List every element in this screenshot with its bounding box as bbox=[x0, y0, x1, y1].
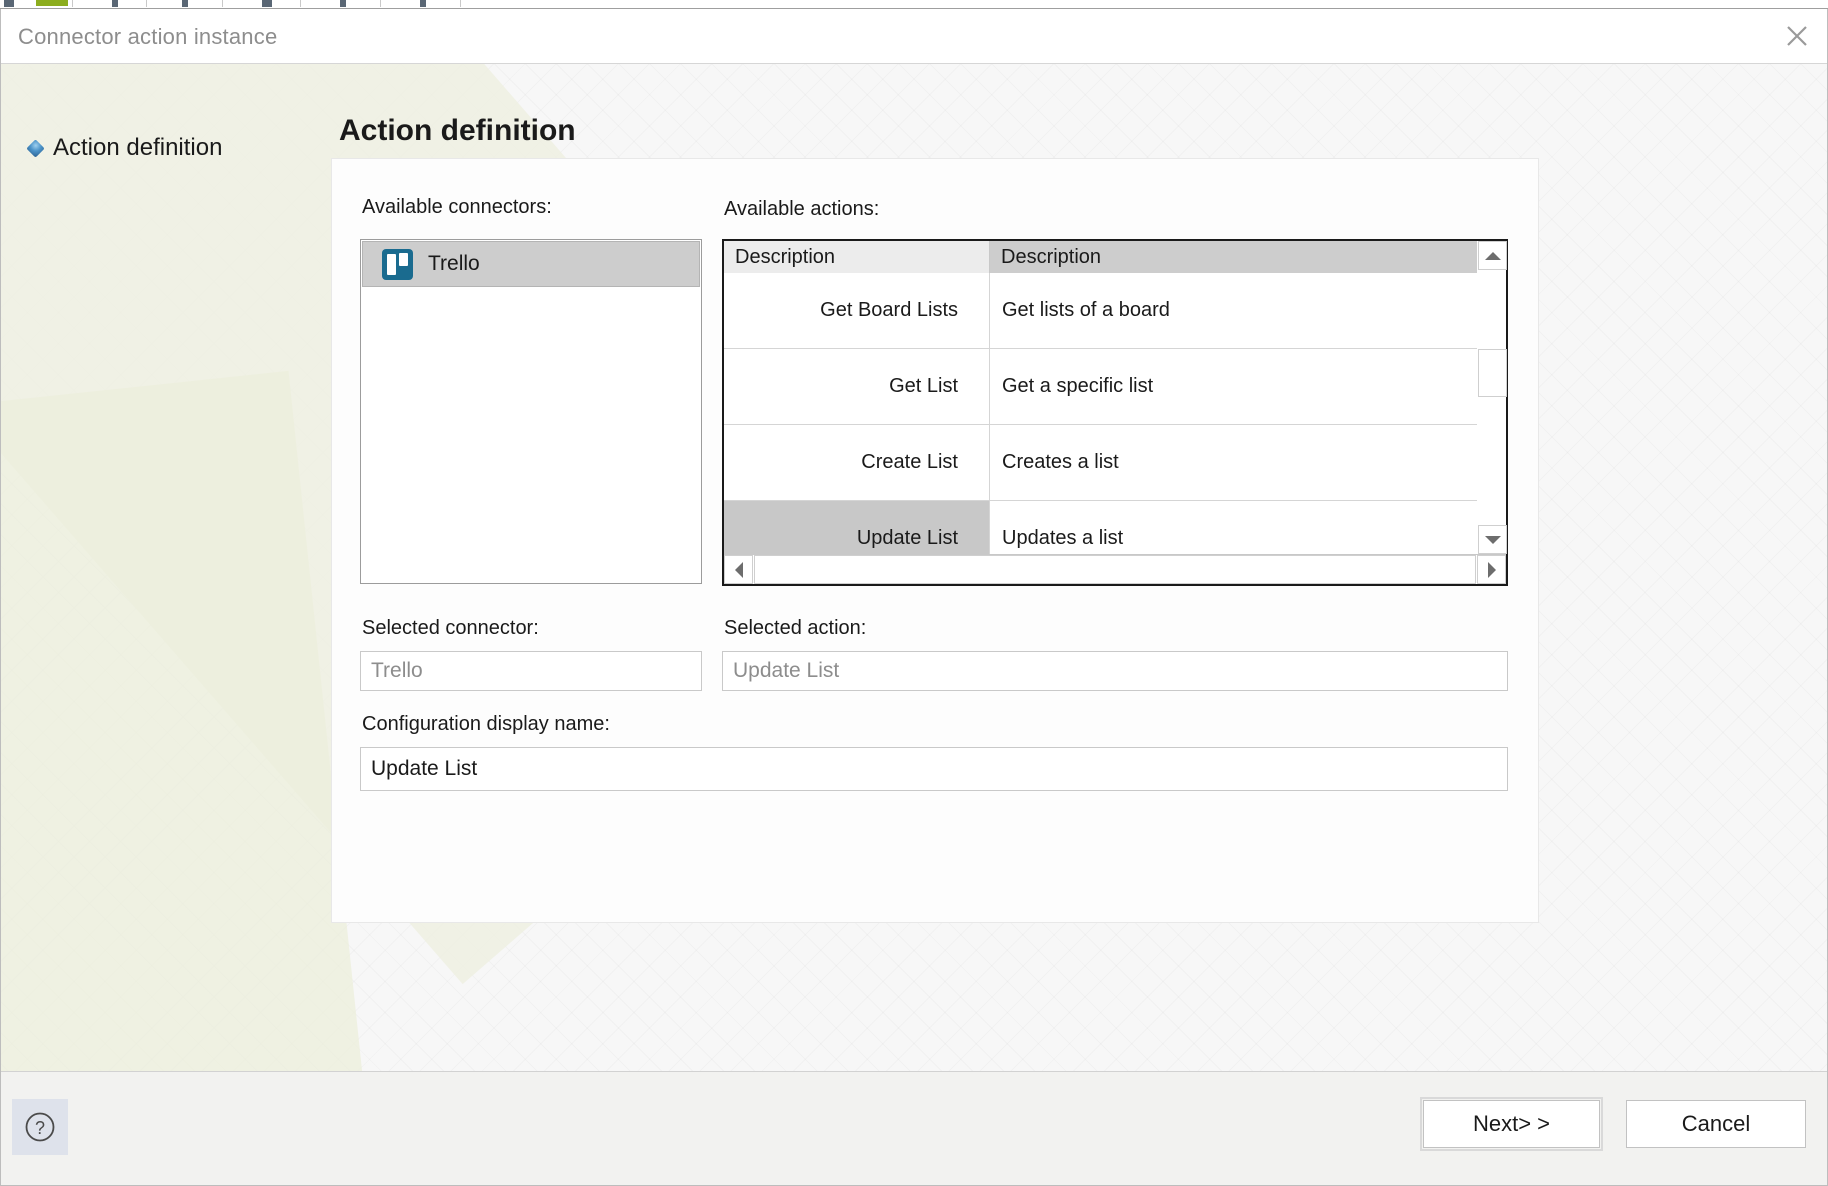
vertical-scrollbar-thumb[interactable] bbox=[1478, 349, 1507, 397]
selected-connector-input[interactable]: Trello bbox=[360, 651, 702, 691]
wizard-step-sidebar: Action definition bbox=[1, 64, 331, 1127]
table-row[interactable]: Get List Get a specific list bbox=[724, 349, 1506, 425]
dialog-title: Connector action instance bbox=[18, 24, 278, 49]
sidebar-item-label: Action definition bbox=[53, 134, 223, 161]
background-tick bbox=[4, 0, 14, 7]
column-header-description[interactable]: Description bbox=[990, 241, 1506, 273]
help-question-icon[interactable]: ? bbox=[12, 1099, 68, 1155]
background-separator bbox=[72, 0, 73, 7]
cell-action-description: Get lists of a board bbox=[990, 273, 1506, 348]
cancel-button[interactable]: Cancel bbox=[1626, 1100, 1806, 1148]
background-separator bbox=[380, 0, 381, 7]
connector-name: Trello bbox=[428, 252, 480, 275]
cell-action-name: Get Board Lists bbox=[724, 273, 990, 348]
background-tick bbox=[112, 0, 118, 7]
background-tick bbox=[340, 0, 346, 7]
next-button[interactable]: Next> > bbox=[1420, 1097, 1603, 1151]
horizontal-scrollbar-track[interactable] bbox=[754, 555, 1476, 584]
configuration-display-name-label: Configuration display name: bbox=[362, 713, 610, 735]
cell-action-name: Update List bbox=[724, 501, 990, 554]
table-row[interactable]: Get Board Lists Get lists of a board bbox=[724, 273, 1506, 349]
content-area: Action definition Available connectors: … bbox=[331, 64, 1827, 1127]
background-accent-tick bbox=[36, 0, 68, 6]
close-icon[interactable] bbox=[1767, 9, 1827, 63]
cell-action-name: Create List bbox=[724, 425, 990, 500]
table-row[interactable]: Create List Creates a list bbox=[724, 425, 1506, 501]
cell-action-description: Get a specific list bbox=[990, 349, 1506, 424]
available-connectors-listbox[interactable]: Trello bbox=[360, 239, 702, 584]
background-separator bbox=[460, 0, 461, 7]
cell-action-name: Get List bbox=[724, 349, 990, 424]
action-definition-panel: Available connectors: Trello Available a… bbox=[331, 158, 1539, 923]
scroll-right-arrow-icon[interactable] bbox=[1477, 555, 1506, 584]
selected-connector-label: Selected connector: bbox=[362, 617, 539, 639]
selected-action-input[interactable]: Update List bbox=[722, 651, 1508, 691]
diamond-bullet-icon bbox=[26, 138, 45, 158]
background-separator bbox=[222, 0, 223, 7]
dialog-footer: ? Next> > Cancel bbox=[1, 1071, 1827, 1185]
scroll-left-arrow-icon[interactable] bbox=[724, 555, 753, 584]
background-separator bbox=[300, 0, 301, 7]
grid-body: Get Board Lists Get lists of a board Get… bbox=[724, 273, 1506, 554]
background-tick bbox=[182, 0, 188, 7]
svg-text:?: ? bbox=[35, 1118, 45, 1138]
available-connectors-label: Available connectors: bbox=[362, 196, 552, 218]
trello-icon bbox=[382, 248, 413, 280]
scroll-down-arrow-icon[interactable] bbox=[1478, 525, 1507, 554]
available-actions-label: Available actions: bbox=[724, 198, 880, 220]
grid-horizontal-scrollbar[interactable] bbox=[724, 554, 1506, 584]
configuration-display-name-input[interactable]: Update List bbox=[360, 747, 1508, 791]
background-tick bbox=[420, 0, 426, 7]
column-header-name[interactable]: Description bbox=[724, 241, 990, 273]
available-actions-grid[interactable]: Description Description Get Board Lists … bbox=[722, 239, 1508, 586]
page-title: Action definition bbox=[339, 114, 576, 147]
cell-action-description: Creates a list bbox=[990, 425, 1506, 500]
table-row-selected[interactable]: Update List Updates a list bbox=[724, 501, 1506, 554]
sidebar-item-action-definition[interactable]: Action definition bbox=[26, 134, 223, 162]
background-separator bbox=[146, 0, 147, 7]
dialog-titlebar: Connector action instance bbox=[1, 9, 1827, 64]
list-item-trello[interactable]: Trello bbox=[362, 241, 700, 287]
cell-action-description: Updates a list bbox=[990, 501, 1506, 554]
selected-action-label: Selected action: bbox=[724, 617, 867, 639]
grid-header-row: Description Description bbox=[724, 241, 1506, 273]
background-tick bbox=[262, 0, 272, 7]
connector-action-instance-dialog: Connector action instance Action definit… bbox=[0, 9, 1828, 1186]
grid-vertical-scrollbar[interactable] bbox=[1477, 241, 1507, 554]
dialog-body: Action definition Action definition Avai… bbox=[1, 64, 1827, 1127]
scroll-up-arrow-icon[interactable] bbox=[1478, 241, 1507, 270]
background-window-strip bbox=[0, 0, 1828, 9]
